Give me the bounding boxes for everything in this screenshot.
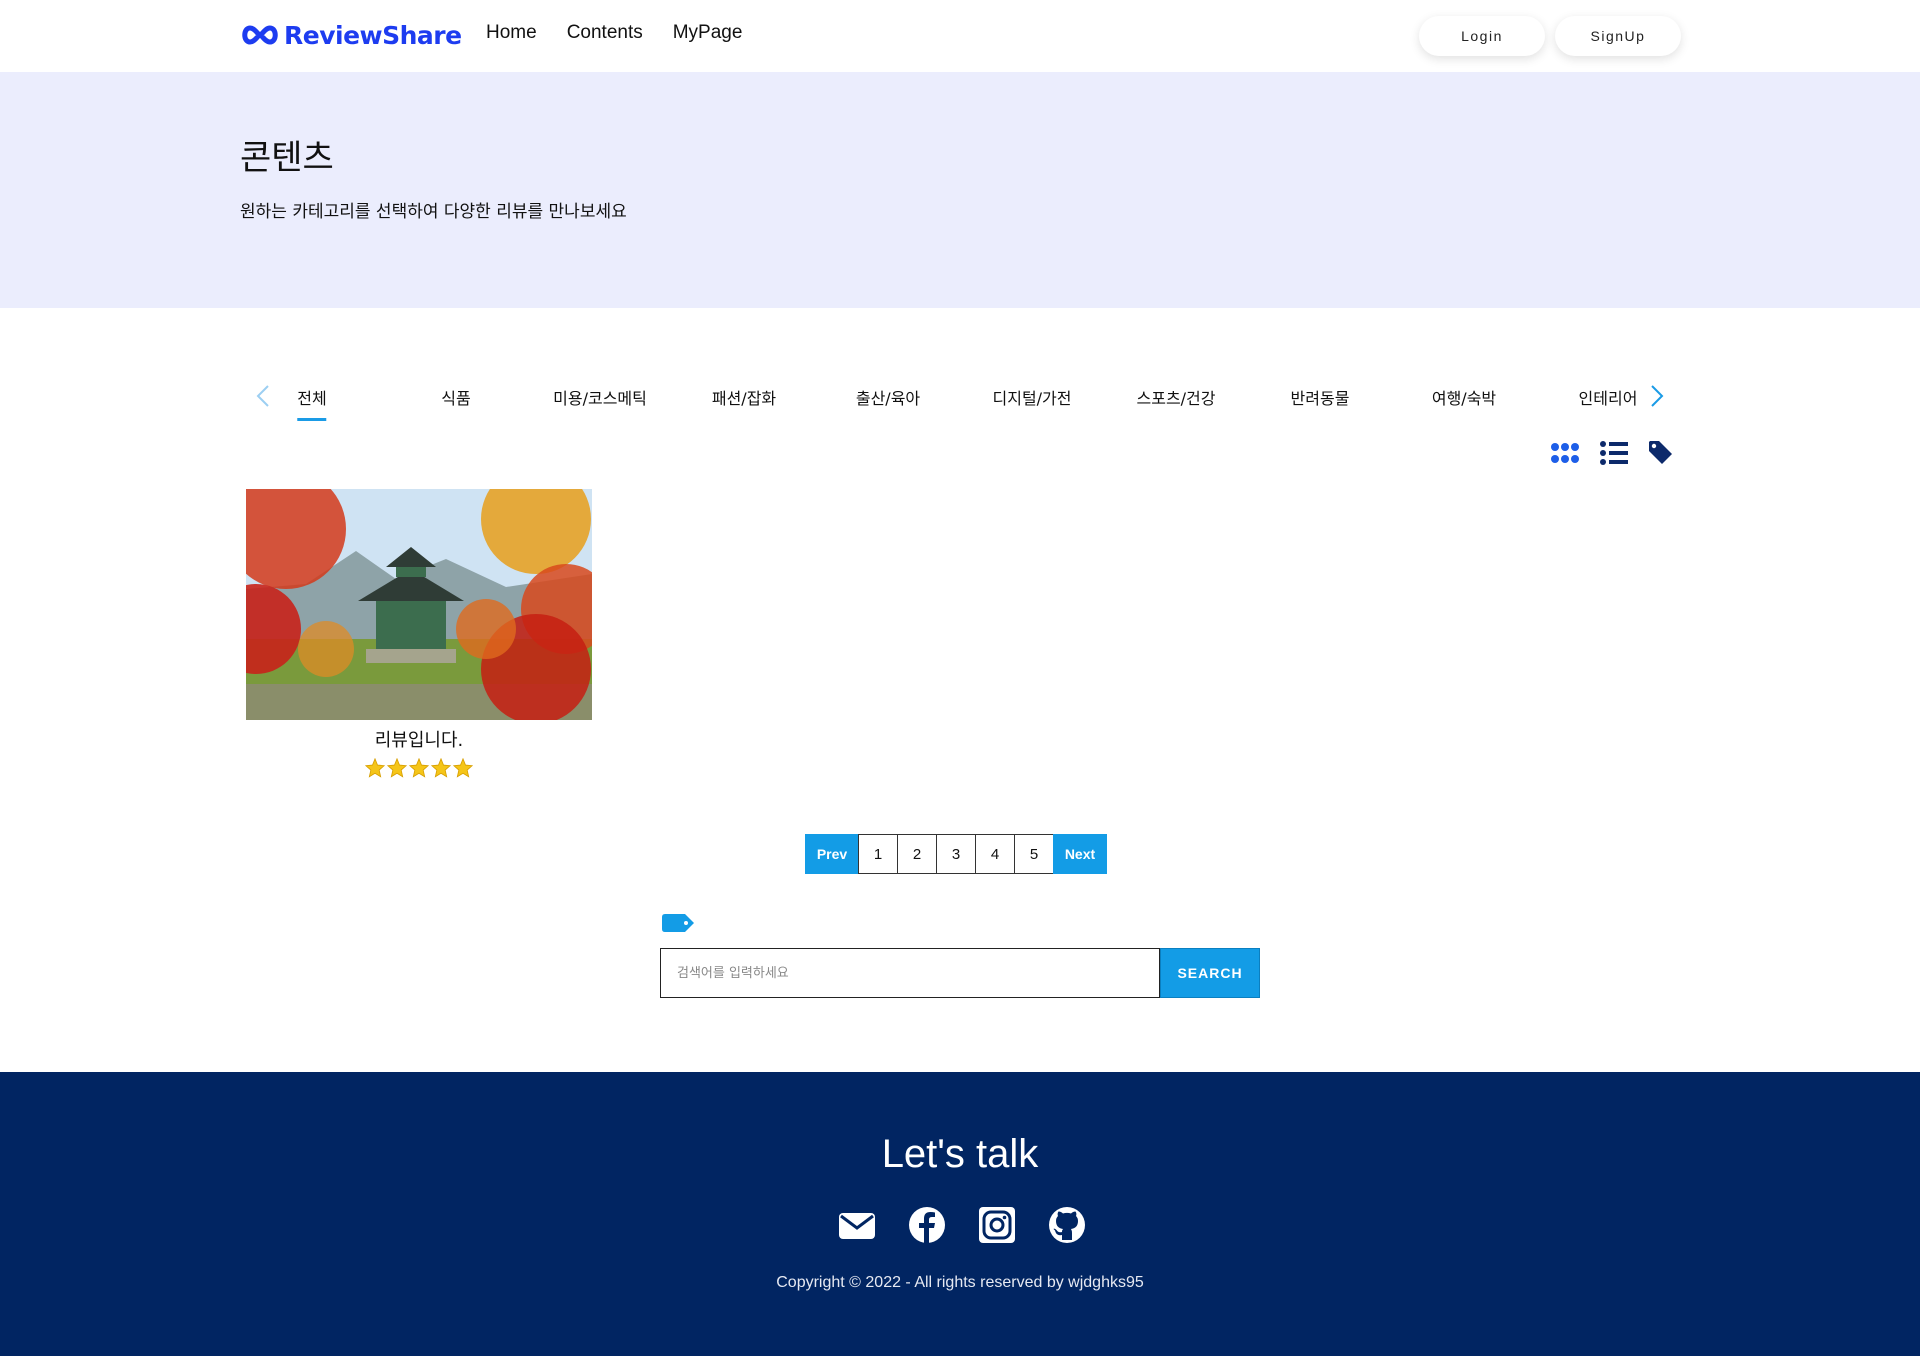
site-header: ReviewShare Home Contents MyPage Login S… xyxy=(0,0,1920,72)
category-tabs: 전체 식품 미용/코스메틱 패션/잡화 출산/육아 디지털/가전 스포츠/건강 … xyxy=(240,372,1680,422)
page-2-button[interactable]: 2 xyxy=(897,834,937,874)
nav-contents-link[interactable]: Contents xyxy=(567,22,643,44)
footer-title: Let's talk xyxy=(881,1132,1039,1176)
search-button[interactable]: SEARCH xyxy=(1160,948,1260,998)
tab-food[interactable]: 식품 xyxy=(441,385,470,409)
star-icon xyxy=(387,758,407,778)
search-input[interactable] xyxy=(660,948,1160,998)
tab-sports[interactable]: 스포츠/건강 xyxy=(1137,385,1216,409)
main-nav: Home Contents MyPage xyxy=(486,22,742,44)
pagination: Prev 1 2 3 4 5 Next xyxy=(805,834,1107,874)
mail-icon[interactable] xyxy=(838,1206,876,1244)
search-tag-icon xyxy=(661,912,695,938)
star-icon xyxy=(453,758,473,778)
tab-interior[interactable]: 인테리어 xyxy=(1579,385,1638,409)
github-icon[interactable] xyxy=(1048,1206,1086,1244)
login-button[interactable]: Login xyxy=(1419,16,1545,56)
chevron-right-icon[interactable] xyxy=(1644,384,1668,408)
page-subtitle: 원하는 카테고리를 선택하여 다양한 리뷰를 만나보세요 xyxy=(240,202,627,222)
search-bar: SEARCH xyxy=(660,948,1260,998)
tab-beauty[interactable]: 미용/코스메틱 xyxy=(553,385,647,409)
prev-page-button[interactable]: Prev xyxy=(805,834,859,874)
social-links xyxy=(838,1206,1086,1244)
page-3-button[interactable]: 3 xyxy=(936,834,976,874)
grid-view-icon[interactable] xyxy=(1550,442,1580,464)
signup-button[interactable]: SignUp xyxy=(1555,16,1681,56)
brand-logo[interactable]: ReviewShare xyxy=(240,18,462,52)
tab-fashion[interactable]: 패션/잡화 xyxy=(712,385,776,409)
star-icon xyxy=(409,758,429,778)
tab-all[interactable]: 전체 xyxy=(297,385,328,421)
page-hero: 콘텐츠 원하는 카테고리를 선택하여 다양한 리뷰를 만나보세요 xyxy=(0,72,1920,308)
star-rating xyxy=(246,758,592,778)
page-4-button[interactable]: 4 xyxy=(975,834,1015,874)
review-card[interactable]: 리뷰입니다. xyxy=(246,489,592,778)
chevron-left-icon[interactable] xyxy=(252,384,276,408)
page-5-button[interactable]: 5 xyxy=(1014,834,1054,874)
page-1-button[interactable]: 1 xyxy=(858,834,898,874)
copyright-text: Copyright © 2022 - All rights reserved b… xyxy=(776,1274,1144,1291)
tab-parenting[interactable]: 출산/육아 xyxy=(856,385,920,409)
review-title: 리뷰입니다. xyxy=(374,730,464,751)
star-icon xyxy=(431,758,451,778)
site-footer: Let's talk Copyright © 2022 - All rights… xyxy=(0,1072,1920,1356)
next-page-button[interactable]: Next xyxy=(1053,834,1107,874)
facebook-icon[interactable] xyxy=(908,1206,946,1244)
review-thumbnail[interactable] xyxy=(246,489,592,720)
page-title: 콘텐츠 xyxy=(240,138,334,178)
tab-travel[interactable]: 여행/숙박 xyxy=(1432,385,1496,409)
tab-pets[interactable]: 반려동물 xyxy=(1291,385,1350,409)
view-toggle xyxy=(1550,440,1674,466)
infinity-logo-icon xyxy=(242,25,278,45)
list-view-icon[interactable] xyxy=(1600,441,1628,465)
tab-digital[interactable]: 디지털/가전 xyxy=(993,385,1072,409)
brand-name: ReviewShare xyxy=(284,20,462,50)
nav-mypage-link[interactable]: MyPage xyxy=(673,22,743,44)
nav-home-link[interactable]: Home xyxy=(486,22,537,44)
instagram-icon[interactable] xyxy=(978,1206,1016,1244)
star-icon xyxy=(365,758,385,778)
tag-icon[interactable] xyxy=(1648,440,1674,466)
